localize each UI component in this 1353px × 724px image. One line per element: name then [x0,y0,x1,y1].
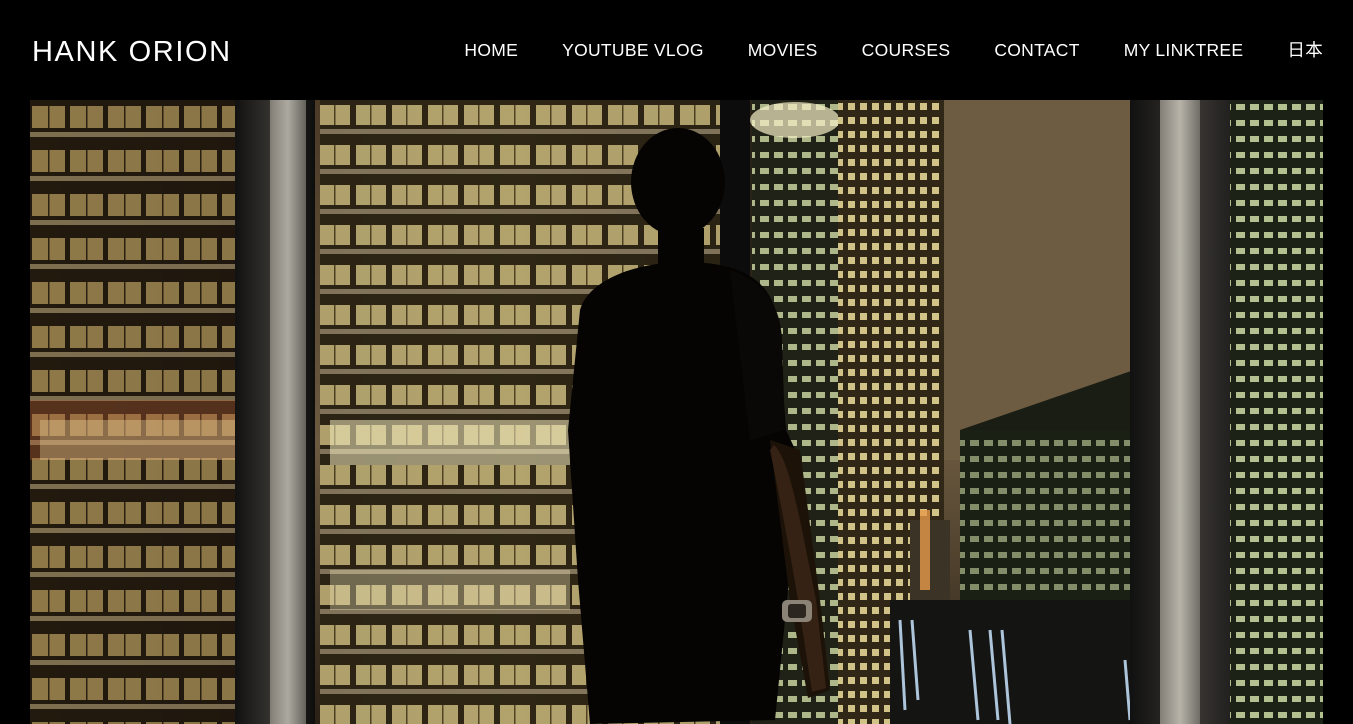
nav-japanese[interactable]: 日本 [1287,38,1323,62]
nav-youtube-vlog[interactable]: YOUTUBE VLOG [562,38,704,62]
main-nav: HOME YOUTUBE VLOG MOVIES COURSES CONTACT… [464,38,1323,62]
hero-photo-illustration [30,100,1323,724]
nav-courses[interactable]: COURSES [862,38,951,62]
nav-contact[interactable]: CONTACT [994,38,1079,62]
hero-image [30,100,1323,724]
site-header: HANK ORION HOME YOUTUBE VLOG MOVIES COUR… [0,0,1353,100]
nav-my-linktree[interactable]: MY LINKTREE [1124,38,1244,62]
nav-home[interactable]: HOME [464,38,518,62]
site-title[interactable]: HANK ORION [32,34,232,70]
nav-movies[interactable]: MOVIES [748,38,818,62]
